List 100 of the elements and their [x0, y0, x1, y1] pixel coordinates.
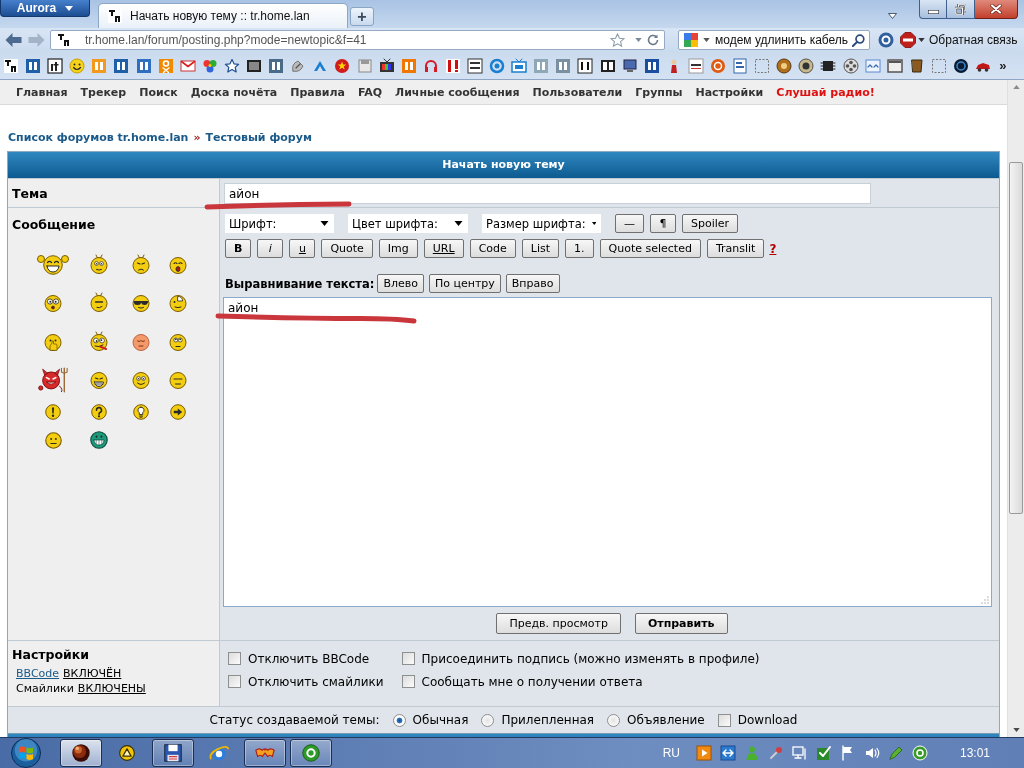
smiley-icon[interactable]	[131, 253, 151, 274]
format-button[interactable]: Quote	[321, 239, 373, 258]
down-arrow-icon[interactable]	[1012, 728, 1020, 732]
clock[interactable]: 13:01	[959, 746, 990, 760]
menu-link[interactable]: Пользователи	[532, 85, 623, 99]
star-icon[interactable]	[223, 57, 240, 74]
square-icon[interactable]	[687, 57, 704, 74]
smiley-icon[interactable]	[69, 57, 86, 74]
site-logo-icon[interactable]	[3, 57, 19, 74]
square-icon[interactable]	[25, 57, 42, 74]
smiley-icon[interactable]	[168, 369, 188, 389]
dropdown[interactable]: Цвет шрифта:	[348, 214, 468, 233]
breadcrumb-link[interactable]: Список форумов tr.home.lan	[8, 131, 189, 145]
menu-link[interactable]: Личные сообщения	[395, 85, 520, 99]
minimize-button[interactable]	[919, 0, 947, 19]
document-icon[interactable]	[732, 57, 749, 74]
stop-sign-icon[interactable]	[900, 32, 916, 48]
back-arrow-icon[interactable]	[5, 33, 22, 47]
settings-link[interactable]: BBCode	[16, 667, 60, 680]
disc-icon[interactable]	[798, 57, 815, 74]
square-icon[interactable]	[466, 57, 483, 74]
four-squares-icon[interactable]	[683, 32, 699, 48]
format-button[interactable]: 1.	[565, 239, 594, 258]
menu-link[interactable]: Доска почёта	[190, 85, 278, 99]
dropdown[interactable]: Размер шрифта:	[482, 214, 601, 233]
restore-button[interactable]	[947, 0, 975, 19]
align-button[interactable]: Влево	[377, 274, 424, 293]
envelope-icon[interactable]	[179, 57, 196, 74]
monitor-icon[interactable]	[621, 57, 638, 74]
search-field[interactable]: модем удлинить кабель	[678, 30, 870, 50]
format-button[interactable]: List	[521, 239, 560, 258]
caret-icon[interactable]	[918, 38, 925, 42]
star-icon[interactable]	[610, 32, 625, 48]
smiley-icon[interactable]	[89, 369, 109, 389]
more-bookmarks-button[interactable]: »	[999, 58, 1007, 73]
smiley-icon[interactable]	[90, 431, 108, 449]
format-button[interactable]: Code	[469, 239, 516, 258]
format-button[interactable]: Spoiler	[682, 214, 739, 233]
caret-icon[interactable]	[703, 38, 710, 42]
dotted-square-icon[interactable]	[930, 57, 947, 74]
up-arrow-icon[interactable]	[1012, 85, 1020, 89]
play-icon[interactable]	[695, 745, 712, 761]
taskbar-button[interactable]	[244, 739, 286, 767]
format-button[interactable]: Translit	[706, 239, 765, 258]
headphones-icon[interactable]	[422, 57, 439, 74]
checkbox[interactable]	[228, 675, 241, 688]
smiley-icon[interactable]	[43, 292, 63, 312]
new-tab-button[interactable]: +	[350, 7, 374, 26]
radio-button[interactable]	[392, 713, 406, 727]
square-icon[interactable]	[577, 57, 594, 74]
smiley-icon[interactable]	[131, 369, 151, 389]
settings-value-link[interactable]: ВКЛЮЧЁН	[63, 667, 122, 680]
tv-icon[interactable]	[511, 57, 528, 74]
question-icon[interactable]	[91, 404, 107, 420]
settings-value-link[interactable]: ВКЛЮЧЕНЫ	[77, 682, 146, 695]
square-icon[interactable]	[643, 57, 660, 74]
format-button[interactable]: ¶	[650, 214, 676, 233]
menu-link[interactable]: Главная	[16, 85, 68, 99]
checkbox[interactable]	[401, 652, 415, 665]
round-badge-icon[interactable]	[878, 32, 894, 48]
menu-link[interactable]: Настройки	[695, 85, 764, 99]
checkbox[interactable]	[401, 675, 415, 688]
format-button[interactable]: B	[225, 239, 252, 258]
book-icon[interactable]	[599, 57, 616, 74]
app-menu-button[interactable]: Aurora	[0, 0, 90, 17]
browser-tab[interactable]: Начать новую тему :: tr.home.lan	[98, 3, 348, 28]
speaker-icon[interactable]	[863, 745, 880, 761]
help-link[interactable]: ?	[769, 241, 777, 256]
format-button[interactable]: URL	[423, 239, 464, 258]
film-reel-icon[interactable]	[842, 57, 859, 74]
radio-button[interactable]	[607, 713, 621, 727]
sunglasses-smiley-icon[interactable]	[131, 292, 151, 312]
menu-link[interactable]: Группы	[635, 85, 683, 99]
submit-button[interactable]: Отправить	[634, 613, 728, 634]
checkbox[interactable]	[717, 713, 731, 727]
radio-button[interactable]	[481, 713, 495, 727]
search-icon[interactable]	[852, 33, 865, 47]
check-icon[interactable]	[815, 745, 832, 761]
menu-link[interactable]: Правила	[290, 85, 345, 99]
tv-icon[interactable]	[378, 57, 395, 74]
checkbox[interactable]	[228, 652, 241, 665]
reload-icon[interactable]	[647, 34, 659, 46]
smiley-icon[interactable]	[36, 252, 70, 275]
three-circles-icon[interactable]	[201, 57, 218, 74]
format-button[interactable]: Quote selected	[599, 239, 701, 258]
smiley-icon[interactable]	[44, 431, 62, 449]
smiley-icon[interactable]	[168, 331, 188, 351]
star-badge-icon[interactable]	[334, 57, 351, 74]
breadcrumb-link[interactable]: Тестовый форум	[205, 131, 312, 145]
dotted-square-icon[interactable]	[754, 57, 771, 74]
format-button[interactable]: i	[257, 239, 284, 258]
taskbar-button[interactable]	[152, 739, 194, 767]
exclamation-icon[interactable]	[45, 404, 61, 420]
taskbar-button[interactable]	[290, 739, 332, 767]
monitor-icon[interactable]	[246, 57, 263, 74]
smiley-icon[interactable]	[89, 253, 109, 274]
resize-grip-icon[interactable]	[981, 596, 989, 604]
menu-link[interactable]: FAQ	[357, 85, 382, 99]
menu-link[interactable]: Слушай радио!	[776, 85, 875, 99]
disc-icon[interactable]	[776, 57, 793, 74]
